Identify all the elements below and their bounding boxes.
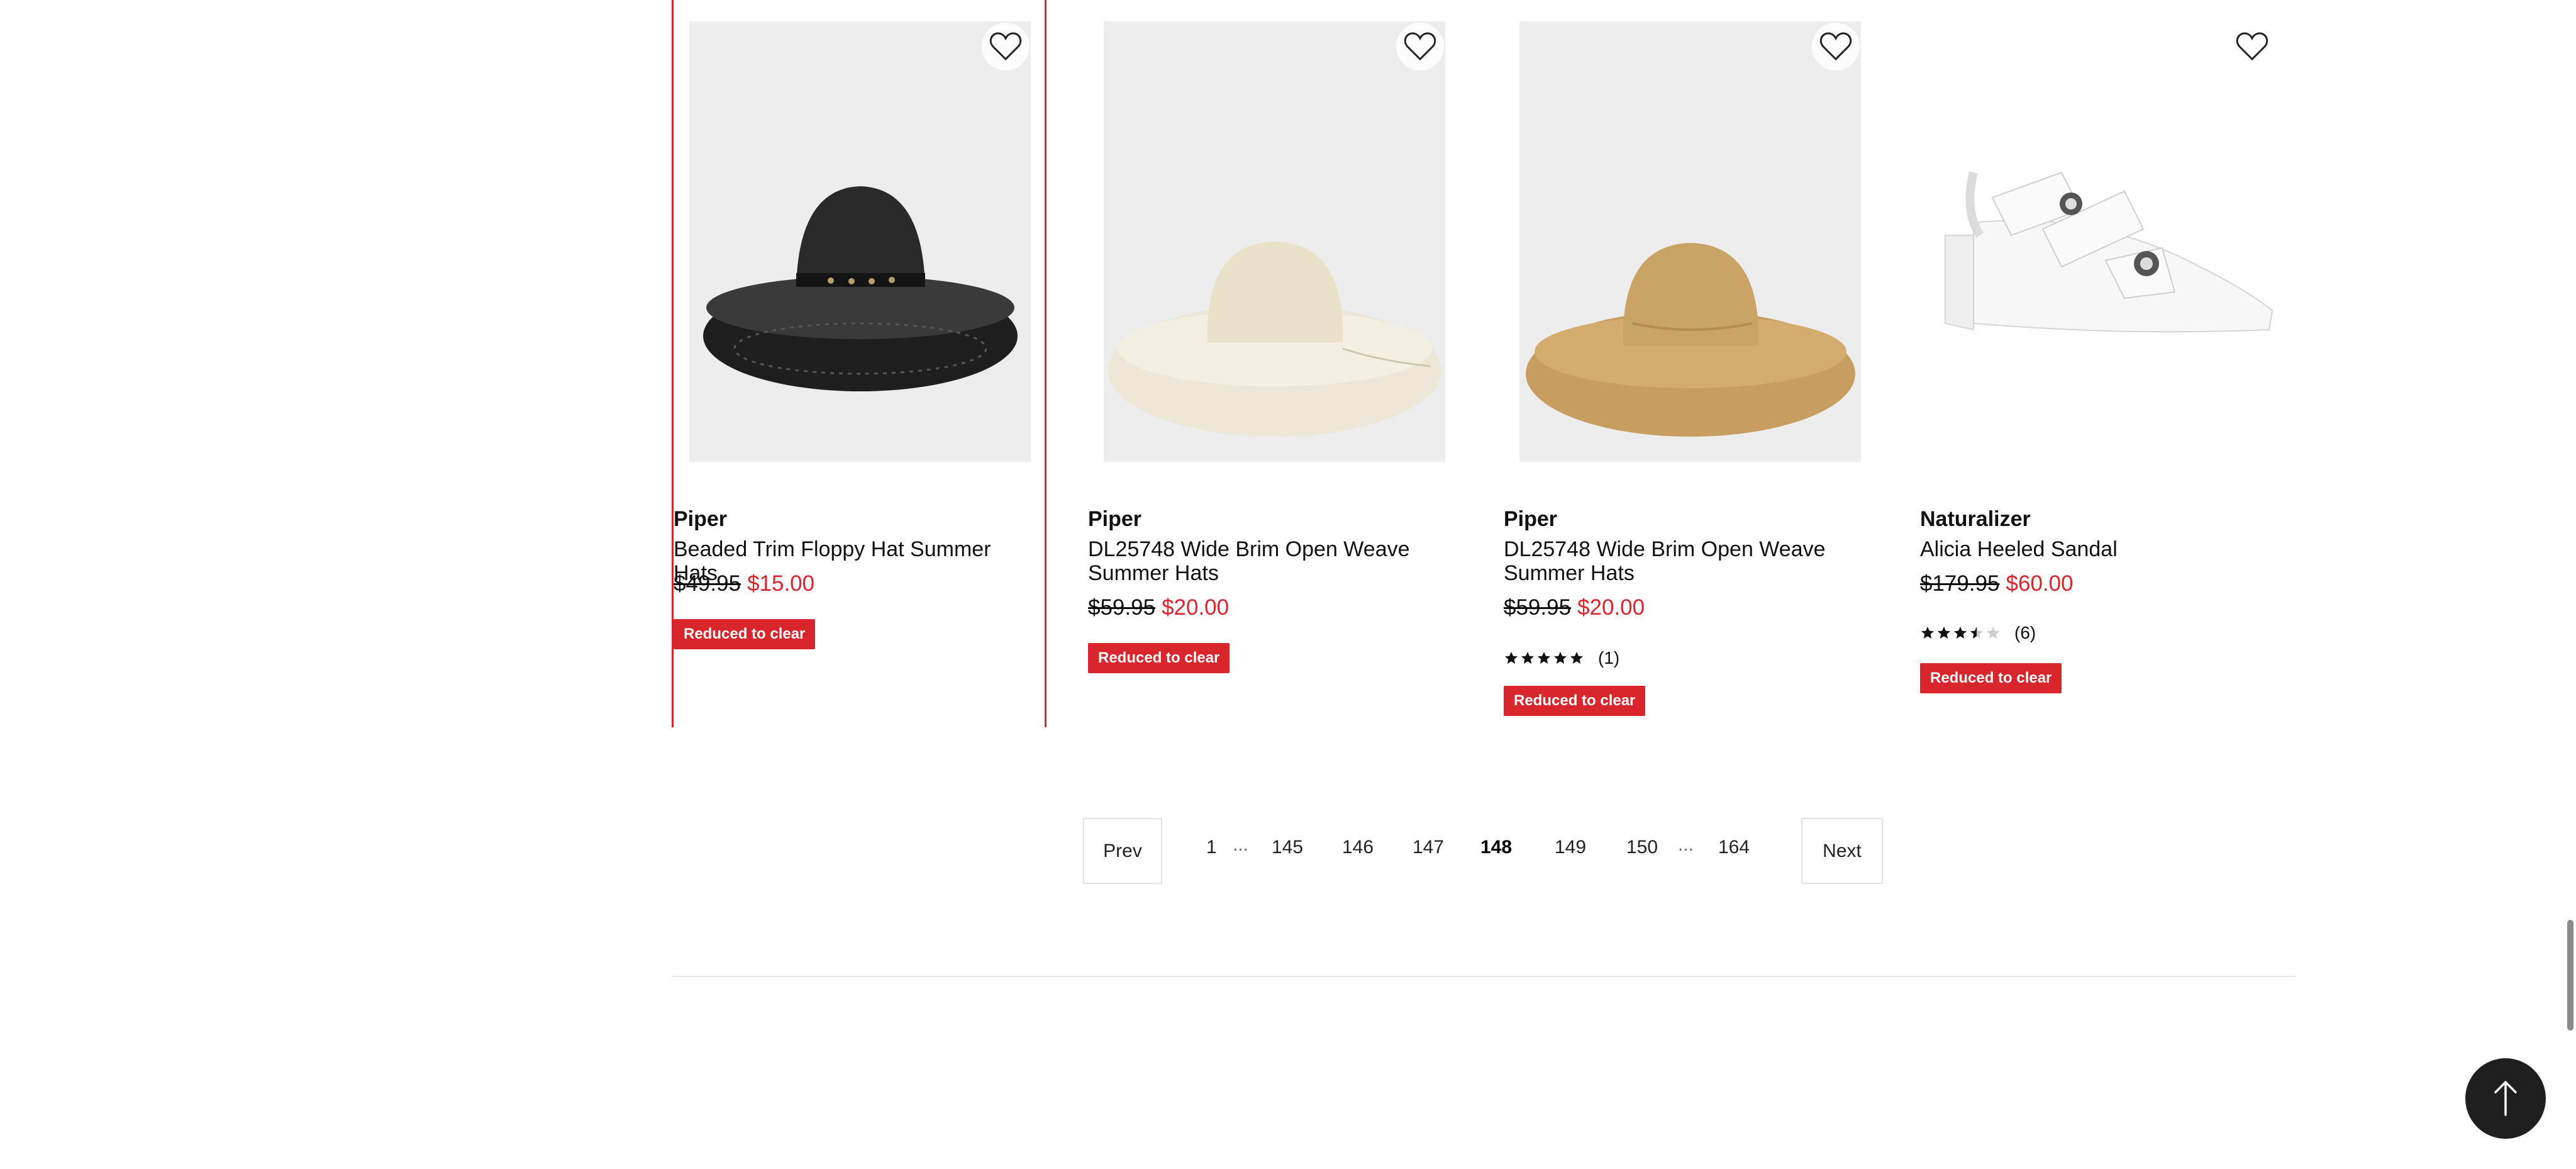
sale-price: $20.00	[1577, 595, 1645, 620]
next-button[interactable]: Next	[1801, 818, 1883, 884]
arrow-up-icon	[2494, 1080, 2517, 1116]
price-row: $59.95 $20.00	[1088, 595, 1229, 620]
pagination-ellipsis: ...	[1233, 834, 1249, 855]
product-image[interactable]	[689, 21, 1031, 462]
heart-outline-icon	[1819, 32, 1852, 61]
star-icon	[1970, 627, 1983, 639]
star-icon	[1505, 652, 1518, 664]
sale-price: $15.00	[747, 571, 815, 596]
reduced-badge: Reduced to clear	[1920, 663, 2062, 693]
review-count: (6)	[2014, 623, 2036, 642]
page-link-164[interactable]: 164	[1718, 837, 1750, 858]
product-card[interactable]: Piper DL25748 Wide Brim Open Weave Summe…	[1088, 0, 1463, 727]
page-link-145[interactable]: 145	[1272, 837, 1303, 858]
product-card[interactable]: Piper DL25748 Wide Brim Open Weave Summe…	[1504, 0, 1879, 727]
product-brand[interactable]: Piper	[1504, 507, 1557, 532]
product-image[interactable]	[1519, 21, 1861, 462]
page-scrollbar[interactable]	[2567, 920, 2573, 1031]
star-rating	[1920, 625, 2001, 640]
wishlist-button[interactable]	[1396, 23, 1444, 70]
product-card[interactable]: Piper Beaded Trim Floppy Hat Summer Hats…	[672, 0, 1046, 727]
product-name[interactable]: Alicia Heeled Sandal	[1920, 537, 2285, 561]
black-floppy-hat-image	[703, 186, 1018, 391]
page-link-148[interactable]: 148	[1480, 837, 1512, 858]
star-icon	[1938, 627, 1950, 639]
star-icon	[1570, 652, 1583, 664]
cream-wide-brim-hat-image	[1108, 242, 1441, 437]
price-row: $59.95 $20.00	[1504, 595, 1645, 620]
original-price: $179.95	[1920, 571, 2000, 596]
sale-price: $20.00	[1162, 595, 1230, 620]
product-image[interactable]	[1104, 21, 1445, 462]
product-brand[interactable]: Naturalizer	[1920, 507, 2031, 532]
product-brand[interactable]: Piper	[674, 507, 727, 532]
product-brand[interactable]: Piper	[1088, 507, 1141, 532]
star-icon	[1987, 627, 1999, 639]
original-price: $49.95	[674, 571, 741, 596]
product-card[interactable]: Naturalizer Alicia Heeled Sandal $179.95…	[1920, 0, 2295, 727]
star-icon	[1538, 652, 1550, 664]
star-icon	[1921, 627, 1934, 639]
product-grid: Piper Beaded Trim Floppy Hat Summer Hats…	[672, 0, 2297, 730]
page-link-149[interactable]: 149	[1555, 837, 1586, 858]
review-count: (1)	[1598, 648, 1620, 668]
original-price: $59.95	[1504, 595, 1572, 620]
original-price: $59.95	[1088, 595, 1156, 620]
reduced-badge: Reduced to clear	[1088, 643, 1230, 673]
pagination-ellipsis: ...	[1678, 834, 1694, 855]
heart-outline-icon	[989, 32, 1022, 61]
heart-outline-icon	[1404, 32, 1436, 61]
wishlist-button[interactable]	[2228, 23, 2276, 70]
tan-wide-brim-hat-image	[1526, 243, 1855, 437]
wishlist-button[interactable]	[982, 23, 1030, 70]
white-heeled-sandal-image	[1945, 171, 2273, 333]
reduced-badge: Reduced to clear	[674, 619, 816, 649]
star-icon	[1954, 627, 1967, 639]
product-name[interactable]: DL25748 Wide Brim Open Weave Summer Hats	[1504, 537, 1868, 585]
page-link-146[interactable]: 146	[1342, 837, 1374, 858]
price-row: $179.95 $60.00	[1920, 571, 2074, 596]
heart-outline-icon	[2236, 32, 2268, 61]
product-rating[interactable]: (1)	[1504, 648, 1619, 668]
page-link-150[interactable]: 150	[1626, 837, 1658, 858]
reduced-badge: Reduced to clear	[1504, 686, 1646, 716]
product-name[interactable]: DL25748 Wide Brim Open Weave Summer Hats	[1088, 537, 1453, 585]
product-rating[interactable]: (6)	[1920, 623, 2036, 643]
product-image[interactable]	[1936, 21, 2277, 462]
price-row: $49.95 $15.00	[674, 571, 814, 596]
star-rating	[1504, 651, 1584, 666]
page-link-1[interactable]: 1	[1206, 837, 1217, 858]
section-divider	[672, 976, 2296, 977]
prev-button[interactable]: Prev	[1083, 818, 1162, 884]
wishlist-button[interactable]	[1812, 23, 1860, 70]
star-icon	[1521, 652, 1534, 664]
page-link-147[interactable]: 147	[1413, 837, 1444, 858]
star-icon	[1554, 652, 1567, 664]
back-to-top-button[interactable]	[2465, 1058, 2546, 1139]
sale-price: $60.00	[2006, 571, 2074, 596]
